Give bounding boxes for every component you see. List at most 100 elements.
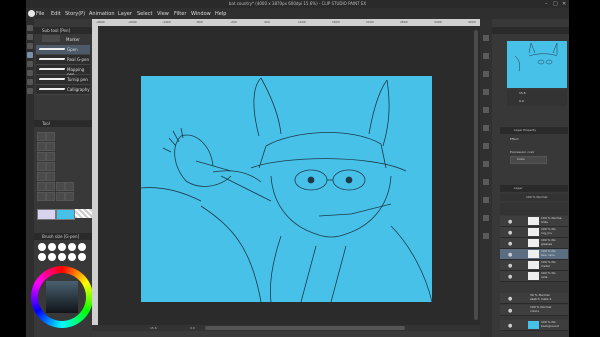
select-tool-icon[interactable]	[27, 43, 33, 49]
tool-icon[interactable]	[46, 142, 55, 151]
tool-icon[interactable]	[56, 192, 65, 201]
navigator-thumbnail[interactable]	[507, 41, 567, 88]
brush-item-gpen[interactable]: Gpen	[36, 45, 90, 55]
menu-story[interactable]: Story(P)	[65, 11, 85, 17]
eye-icon[interactable]: ●	[508, 230, 512, 236]
tool-icon[interactable]	[37, 182, 46, 191]
panel-icon[interactable]	[483, 71, 489, 77]
tool-icon[interactable]	[37, 132, 46, 141]
menu-window[interactable]: Window	[191, 11, 211, 17]
panel-icon[interactable]	[483, 197, 489, 203]
panel-icon[interactable]	[483, 179, 489, 185]
tool-icon[interactable]	[46, 132, 55, 141]
transparent-color-chip[interactable]	[75, 209, 92, 218]
panel-icon[interactable]	[483, 35, 489, 41]
brush-size-preset[interactable]	[78, 243, 86, 251]
menu-view[interactable]: View	[157, 11, 169, 17]
menu-animation[interactable]: Animation	[89, 11, 115, 17]
brush-size-preset[interactable]	[78, 253, 86, 261]
minimize-icon[interactable]: –	[545, 1, 548, 7]
sub-tool-tab-marker[interactable]: Marker	[66, 37, 80, 42]
layer-row[interactable]: ● 100 % Norma links	[500, 216, 568, 227]
color-saturation-square[interactable]	[46, 281, 78, 313]
brush-size-preset[interactable]	[68, 243, 76, 251]
menu-edit[interactable]: Edit	[51, 11, 61, 17]
blend-mode-select[interactable]: 100 % Normal	[500, 194, 568, 201]
tool-icon[interactable]	[37, 172, 46, 181]
panel-icon[interactable]	[483, 143, 489, 149]
layer-folder-row[interactable]: ● 30 % Normal sketch meta 2	[500, 293, 568, 304]
panel-icon[interactable]	[483, 233, 489, 239]
layer-row-selected[interactable]: ● 100 % No bea lens	[500, 249, 568, 260]
brush-item-real-gpen[interactable]: Real G-pen	[36, 55, 90, 65]
panel-icon[interactable]	[483, 161, 489, 167]
pen-tool-icon[interactable]	[27, 52, 33, 58]
color-wheel[interactable]	[31, 266, 93, 328]
brush-size-preset[interactable]	[68, 253, 76, 261]
zoom-tool-icon[interactable]	[27, 25, 33, 31]
navigator-angle-value[interactable]: 0.0	[519, 99, 524, 103]
eye-icon[interactable]: ●	[508, 252, 512, 258]
tool-icon[interactable]	[46, 152, 55, 161]
menu-file[interactable]: File	[36, 11, 44, 17]
brush-size-preset[interactable]	[48, 243, 56, 251]
brush-size-preset[interactable]	[38, 253, 46, 261]
layer-row[interactable]: ● 100 % No relia	[500, 271, 568, 282]
layer-row[interactable]: ● 100 % No background	[500, 320, 568, 331]
menu-filter[interactable]: Filter	[174, 11, 186, 17]
panel-icon[interactable]	[483, 89, 489, 95]
eye-icon[interactable]: ●	[508, 296, 512, 302]
menu-help[interactable]: Help	[215, 11, 226, 17]
eye-icon[interactable]: ●	[508, 274, 512, 280]
sub-tool-tab-pen[interactable]	[42, 35, 60, 42]
close-icon[interactable]: ✕	[562, 1, 566, 7]
brush-size-preset[interactable]	[38, 243, 46, 251]
tool-icon[interactable]	[37, 152, 46, 161]
artboard[interactable]	[141, 76, 432, 302]
eye-icon[interactable]: ●	[508, 323, 512, 329]
navigator-zoom-value[interactable]: 15.6	[519, 91, 526, 95]
layer-row[interactable]: ● 100 % No glasses	[500, 238, 568, 249]
eye-icon[interactable]: ●	[508, 241, 512, 247]
sub-color-chip[interactable]	[56, 209, 75, 220]
brush-tool-icon[interactable]	[27, 61, 33, 67]
tool-icon[interactable]	[65, 192, 74, 201]
brush-item-calligraphy[interactable]: Calligraphy	[36, 85, 90, 95]
tool-icon[interactable]	[46, 162, 55, 171]
tool-icon[interactable]	[37, 192, 46, 201]
move-tool-icon[interactable]	[27, 34, 33, 40]
panel-icon[interactable]	[483, 215, 489, 221]
tool-icon[interactable]	[37, 142, 46, 151]
eye-icon[interactable]: ●	[508, 308, 512, 314]
layer-folder-row[interactable]: ● 100 % Normal colors	[500, 305, 568, 316]
tool-icon[interactable]	[46, 192, 55, 201]
layer-row[interactable]: ● 100 % No metal	[500, 260, 568, 271]
brush-size-preset[interactable]	[58, 253, 66, 261]
panel-icon[interactable]	[483, 53, 489, 59]
eye-icon[interactable]: ●	[508, 219, 512, 225]
brush-item-mapping-pen[interactable]: Mapping pen	[36, 65, 90, 77]
menu-select[interactable]: Select	[137, 11, 152, 17]
text-tool-icon[interactable]	[27, 88, 33, 94]
tool-icon[interactable]	[37, 162, 46, 171]
eye-icon[interactable]: ●	[508, 263, 512, 269]
tool-icon[interactable]	[56, 182, 65, 191]
fill-tool-icon[interactable]	[27, 79, 33, 85]
brush-size-preset[interactable]	[58, 243, 66, 251]
main-color-chip[interactable]	[37, 209, 56, 220]
panel-icon[interactable]	[483, 125, 489, 131]
ruler-tick: 1000	[298, 20, 306, 24]
panel-icon[interactable]	[483, 107, 489, 113]
horizontal-scrollbar[interactable]	[205, 326, 405, 330]
tool-icon[interactable]	[46, 172, 55, 181]
brush-size-preset[interactable]	[48, 253, 56, 261]
tool-icon[interactable]	[65, 182, 74, 191]
eraser-tool-icon[interactable]	[27, 70, 33, 76]
vertical-scrollbar[interactable]	[474, 30, 478, 320]
menu-layer[interactable]: Layer	[118, 11, 132, 17]
expression-color-select[interactable]: Color	[510, 156, 547, 164]
tool-icon[interactable]	[46, 182, 55, 191]
maximize-icon[interactable]: □	[553, 1, 558, 7]
brush-item-turnip-pen[interactable]: Turnip pen	[36, 75, 90, 85]
layer-row[interactable]: ● 100 % No rug_ins	[500, 227, 568, 238]
